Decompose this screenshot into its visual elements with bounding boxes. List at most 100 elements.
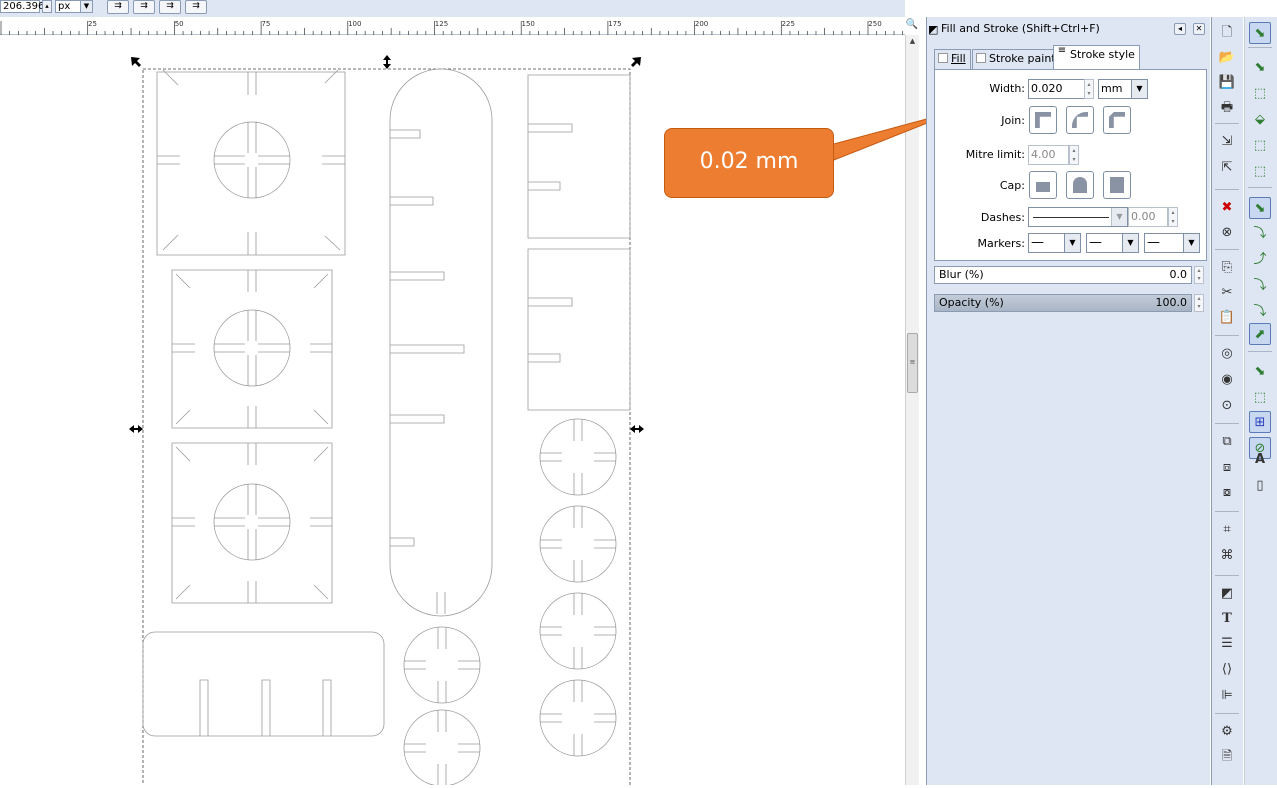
- layers-icon[interactable]: ☰: [1216, 633, 1238, 655]
- mitre-limit-input[interactable]: 4.00: [1028, 145, 1069, 165]
- align-button-2[interactable]: ⇉: [133, 0, 155, 14]
- blur-slider[interactable]: Blur (%) 0.0: [934, 266, 1192, 284]
- chevron-down-icon: ▼: [1183, 234, 1199, 252]
- paste-icon[interactable]: 📋: [1216, 307, 1238, 329]
- start-marker-preview: —: [1031, 235, 1044, 250]
- close-red-icon[interactable]: ✖: [1216, 197, 1238, 219]
- snap-toggle-icon[interactable]: ⬊: [1249, 22, 1271, 44]
- unit-select[interactable]: px ▼: [55, 0, 93, 13]
- opacity-spinner[interactable]: ▴ ▾: [1194, 294, 1204, 312]
- join-round-icon: [1072, 112, 1088, 128]
- dashes-label: Dashes:: [980, 211, 1025, 224]
- ruler-label: 225: [782, 20, 795, 28]
- unit-select-value: px: [58, 1, 71, 12]
- mitre-limit-spinner[interactable]: ▴ ▾: [1069, 145, 1079, 165]
- save-icon[interactable]: 💾: [1216, 72, 1238, 94]
- close-icon[interactable]: ✕: [1193, 23, 1205, 35]
- snap-text-icon[interactable]: A: [1249, 449, 1271, 471]
- stroke-width-input[interactable]: 0.020: [1028, 79, 1085, 99]
- snap-smooth-icon[interactable]: ⤴: [1249, 249, 1271, 271]
- open-icon[interactable]: 📂: [1216, 47, 1238, 69]
- scroll-thumb[interactable]: ≡: [907, 333, 918, 393]
- align-button-1[interactable]: ⇉: [107, 0, 129, 14]
- zoom-page-icon[interactable]: ⊙: [1216, 395, 1238, 417]
- tab-fill[interactable]: Fill: [934, 49, 971, 69]
- text-font-icon[interactable]: T: [1216, 608, 1238, 630]
- ruler-label: 200: [695, 20, 708, 28]
- scroll-up-icon[interactable]: ▲: [906, 35, 919, 47]
- snap-nodes-icon[interactable]: ⬊: [1249, 57, 1271, 79]
- zoom-drawing-icon[interactable]: ◉: [1216, 369, 1238, 391]
- print-icon[interactable]: 🖶: [1216, 97, 1238, 119]
- snap-path-mid-icon[interactable]: ⤵: [1249, 301, 1271, 323]
- export-icon[interactable]: ⇱: [1216, 157, 1238, 179]
- join-miter-icon: [1035, 112, 1051, 128]
- mid-marker-select[interactable]: — ▼: [1086, 233, 1139, 253]
- group-icon[interactable]: ⌗: [1216, 519, 1238, 541]
- align-button-3[interactable]: ⇉: [159, 0, 181, 14]
- blur-spinner[interactable]: ▴ ▾: [1194, 266, 1204, 284]
- xml-editor-icon[interactable]: ⟨⟩: [1216, 659, 1238, 681]
- tab-stroke-paint[interactable]: Stroke paint: [972, 49, 1061, 69]
- snap-page-icon[interactable]: ▯: [1249, 475, 1271, 497]
- stroke-unit-select[interactable]: mm ▼: [1098, 79, 1148, 99]
- join-bevel-button[interactable]: [1103, 106, 1131, 134]
- snap-intersection-icon[interactable]: ⤵: [1249, 223, 1271, 245]
- cut-icon[interactable]: ✂: [1216, 282, 1238, 304]
- revert-icon[interactable]: ⊗: [1216, 222, 1238, 244]
- tab-stroke-style[interactable]: ≡ Stroke style: [1053, 45, 1140, 70]
- new-document-icon[interactable]: 🗋: [1216, 22, 1238, 44]
- ungroup-icon[interactable]: ⌘: [1216, 545, 1238, 567]
- align-button-4[interactable]: ⇉: [185, 0, 207, 14]
- dash-pattern-select[interactable]: ▼: [1028, 207, 1128, 227]
- commands-toolbar: 🗋 📂 💾 🖶 ⇲ ⇱ ✖ ⊗ ⎘ ✂ 📋 ◎ ◉ ⊙ ⧉ ⧈ ⧇ ⌗ ⌘ ◩ T ☰ ⟨⟩ ⊫ ⚙ 🗎: [1211, 17, 1243, 785]
- dash-offset-spinner[interactable]: ▴ ▾: [1168, 207, 1178, 227]
- opacity-slider[interactable]: Opacity (%) 100.0: [934, 294, 1192, 312]
- dash-offset-input[interactable]: 0.00: [1128, 207, 1168, 227]
- iconify-icon[interactable]: ◂: [1174, 23, 1186, 35]
- cap-butt-icon: [1036, 182, 1050, 192]
- blur-label: Blur (%): [939, 268, 984, 281]
- horizontal-ruler[interactable]: 25 50 75 100 125 150 175 200 225 250: [0, 17, 905, 35]
- end-marker-select[interactable]: — ▼: [1144, 233, 1200, 253]
- snap-midpoint-icon[interactable]: ⬙: [1249, 109, 1271, 131]
- fill-stroke-icon: ◩: [928, 23, 939, 36]
- snap-page-border-icon[interactable]: ⬚: [1249, 387, 1271, 409]
- snap-cusp-icon[interactable]: ⤵: [1249, 275, 1271, 297]
- duplicate-icon[interactable]: ⧉: [1216, 431, 1238, 453]
- zoom-selection-icon[interactable]: ◎: [1216, 343, 1238, 365]
- fill-stroke-icon[interactable]: ◩: [1216, 583, 1238, 605]
- snap-object-center-icon[interactable]: ⬈: [1249, 323, 1271, 345]
- unlink-icon[interactable]: ⧇: [1216, 482, 1238, 504]
- ruler-label: 50: [175, 20, 184, 28]
- snap-grid-icon[interactable]: ⊞: [1249, 411, 1271, 433]
- start-marker-select[interactable]: — ▼: [1028, 233, 1081, 253]
- snap-path-icon[interactable]: ⬊: [1249, 197, 1271, 219]
- join-miter-button[interactable]: [1029, 106, 1057, 134]
- stroke-width-spinner[interactable]: ▴ ▾: [1084, 79, 1094, 99]
- zoom-corner-icon[interactable]: 🔍: [905, 17, 919, 35]
- cap-round-button[interactable]: [1066, 171, 1094, 199]
- toolbar-separator: [1215, 575, 1239, 576]
- snap-text-baseline-icon[interactable]: ⬊: [1249, 361, 1271, 383]
- selection-bbox: [142, 68, 631, 788]
- cap-butt-button[interactable]: [1029, 171, 1057, 199]
- import-icon[interactable]: ⇲: [1216, 131, 1238, 153]
- snap-rotation-icon[interactable]: ⬚: [1249, 161, 1271, 183]
- tab-fill-label: Fill: [951, 52, 966, 65]
- width-input[interactable]: 206.396: [0, 0, 44, 13]
- copy-icon[interactable]: ⎘: [1216, 257, 1238, 279]
- join-label: Join:: [1001, 114, 1025, 127]
- cap-square-button[interactable]: [1103, 171, 1131, 199]
- mitre-limit-label: Mitre limit:: [965, 148, 1025, 161]
- join-round-button[interactable]: [1066, 106, 1094, 134]
- width-spinner[interactable]: ▴: [42, 0, 52, 13]
- snap-center-icon[interactable]: ⬚: [1249, 135, 1271, 157]
- snap-bbox-icon[interactable]: ⬚: [1249, 83, 1271, 105]
- ruler-label: 175: [608, 20, 621, 28]
- doc-props-icon[interactable]: 🗎: [1216, 746, 1238, 768]
- clone-icon[interactable]: ⧈: [1216, 457, 1238, 479]
- align-icon[interactable]: ⊫: [1216, 685, 1238, 707]
- preferences-icon[interactable]: ⚙: [1216, 721, 1238, 743]
- square-piece-3: [171, 442, 333, 604]
